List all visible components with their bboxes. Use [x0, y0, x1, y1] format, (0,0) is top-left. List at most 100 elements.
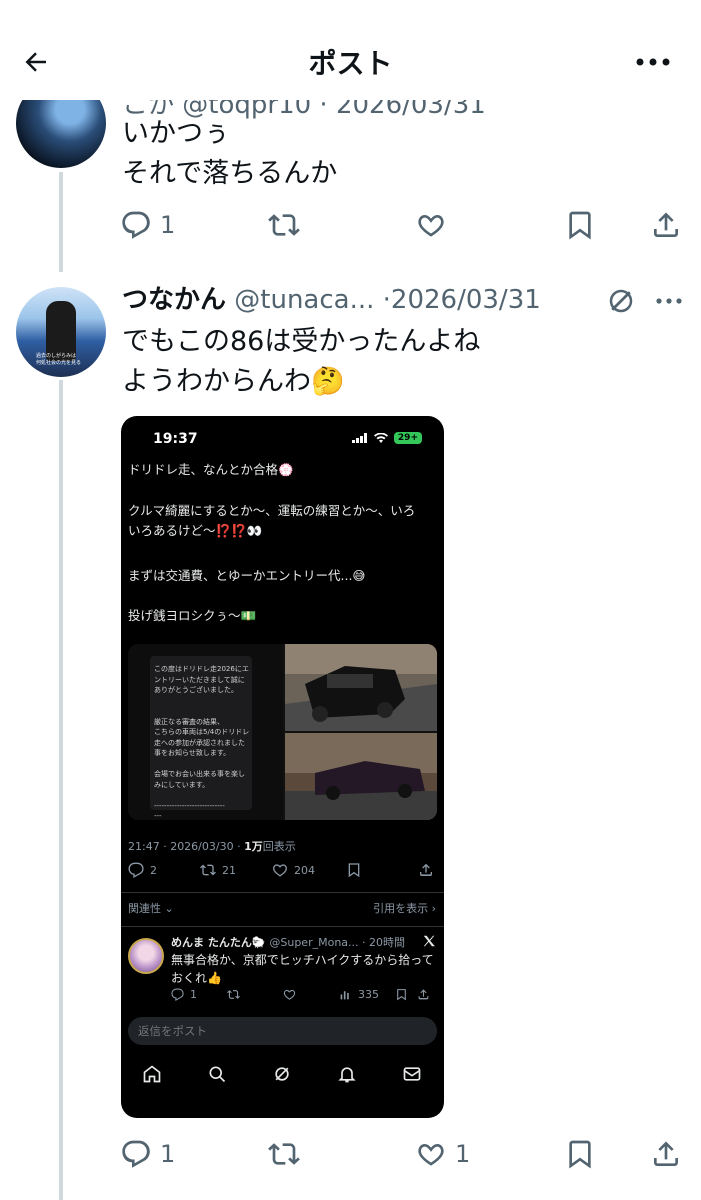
more-icon [636, 58, 670, 66]
share-icon [420, 863, 432, 876]
like-button[interactable] [415, 203, 447, 247]
repost-icon [268, 1143, 300, 1165]
status-icons: 29+ [351, 432, 422, 444]
repost-button[interactable] [268, 203, 300, 247]
like-button[interactable]: 204 [272, 862, 315, 878]
bookmark-button[interactable] [395, 988, 408, 1001]
bookmark-icon [569, 211, 591, 240]
reply-text: 無事合格か、京都でヒッチハイクするから拾って おくれ👍 [171, 953, 434, 985]
bookmark-button[interactable] [564, 1132, 596, 1176]
reply-count: 1 [160, 211, 176, 239]
post-date[interactable]: 2026/03/31 [391, 285, 541, 315]
divider [121, 926, 444, 927]
bookmark-icon [397, 989, 406, 1001]
bookmark-icon [348, 863, 360, 878]
reply-icon [122, 211, 150, 239]
reply-handle[interactable]: @Super_Mona... · 20時間 [269, 936, 405, 949]
analytics-button[interactable]: 335 [339, 988, 379, 1001]
share-icon [418, 989, 429, 1000]
view-count: 1万 [244, 840, 263, 853]
top-bar: ポスト [0, 0, 701, 100]
bookmark-button[interactable] [564, 203, 596, 247]
reply-button[interactable]: 1 [120, 1132, 175, 1176]
like-count: 204 [294, 863, 315, 877]
more-options-button[interactable] [631, 48, 675, 76]
heart-icon [418, 1144, 444, 1166]
view-count: 335 [358, 988, 379, 1001]
tweet-text: いかつぅ それで落ちるんか [122, 118, 338, 189]
show-quotes-link[interactable]: 引用を表示 › [373, 900, 436, 916]
sort-relevance[interactable]: 関連性 ⌄ [128, 900, 174, 916]
share-button[interactable] [650, 1132, 682, 1176]
tab-notifications[interactable] [335, 1062, 359, 1086]
share-icon [654, 1141, 678, 1166]
bookmark-button[interactable] [346, 862, 362, 878]
reply-actions: 1 335 [171, 988, 437, 1010]
mail-icon [403, 1067, 421, 1081]
repost-button[interactable] [268, 1132, 300, 1176]
repost-icon [227, 990, 240, 999]
like-button[interactable]: 1 [415, 1132, 470, 1176]
post-actions: 2 21 204 [128, 862, 437, 884]
thread-line [59, 380, 63, 1200]
tweet-actions: 1 [118, 203, 688, 247]
like-count: 1 [455, 1140, 471, 1168]
tweet-more-button[interactable] [652, 284, 686, 318]
share-button[interactable] [417, 988, 430, 1001]
reply-count: 1 [190, 988, 197, 1001]
home-icon [143, 1065, 161, 1083]
signal-icon [351, 433, 367, 443]
thread-line [59, 172, 63, 272]
car-photo-image [285, 733, 437, 820]
search-icon [209, 1066, 226, 1083]
repost-button[interactable] [227, 988, 240, 1001]
post-text: ドリドレ走、なんとか合格💮 [128, 462, 294, 477]
car-photo-image [285, 644, 437, 731]
grok-button[interactable] [604, 284, 638, 318]
like-button[interactable] [283, 988, 296, 1001]
notice-text: この度はドリドレ走2026にエ ントリーいただきまして誠に ありがとうございまし… [154, 665, 250, 820]
wifi-icon [373, 433, 388, 443]
avatar[interactable]: 過去のしがらみは 何処社会の光を見る [16, 287, 106, 377]
share-button[interactable] [418, 862, 434, 878]
share-button[interactable] [650, 203, 682, 247]
post-text: クルマ綺麗にするとか〜、運転の練習とか〜、いろ いろあるけど〜⁉️⁉️👀 [128, 503, 416, 538]
bell-icon [338, 1067, 356, 1083]
avatar[interactable] [128, 938, 164, 974]
grok-icon [275, 1067, 289, 1081]
share-icon [654, 212, 678, 237]
repost-icon [268, 214, 300, 236]
display-name[interactable]: つなかん [122, 285, 226, 315]
tweet-text: でもこの86は受かったんよね ようわからんわ🤔 [122, 326, 481, 397]
reply-icon [122, 1140, 150, 1168]
battery-level: 29+ [393, 432, 422, 444]
reply-button[interactable]: 2 [128, 862, 157, 878]
reply-input[interactable]: 返信をポスト [128, 1017, 437, 1045]
car-photo[interactable] [285, 644, 437, 731]
more-icon [656, 298, 682, 304]
reply-button[interactable]: 1 [171, 988, 197, 1001]
tab-grok[interactable] [270, 1062, 294, 1086]
media-grid[interactable]: この度はドリドレ走2026にエ ントリーいただきまして誠に ありがとうございまし… [128, 644, 437, 820]
user-handle[interactable]: @tunaca... [234, 285, 374, 315]
reply-author: めんま たんたん🐑 @Super_Mona... · 20時間 [171, 934, 405, 950]
tab-messages[interactable] [400, 1062, 424, 1086]
avatar-caption: 過去のしがらみは 何処社会の光を見る [36, 353, 82, 366]
reply-count: 2 [150, 863, 157, 877]
post-text: 投げ銭ヨロシクぅ〜💵 [128, 608, 257, 623]
reply-button[interactable]: 1 [120, 203, 175, 247]
notice-screenshot[interactable]: この度はドリドレ走2026にエ ントリーいただきまして誠に ありがとうございまし… [128, 644, 283, 820]
tab-search[interactable] [205, 1062, 229, 1086]
timestamp-text: 21:47 · 2026/03/30 · [128, 840, 245, 853]
reply-icon [128, 862, 144, 878]
tab-home[interactable] [140, 1062, 164, 1086]
reply-display-name[interactable]: めんま たんたん🐑 [171, 936, 266, 949]
reply-icon [171, 988, 184, 1001]
heart-icon [418, 215, 444, 237]
analytics-icon [340, 991, 349, 1000]
car-photo[interactable] [285, 733, 437, 820]
attached-image[interactable]: 19:37 29+ ドリドレ走、なんとか合格💮 クルマ綺麗にするとか〜、運転の練… [121, 416, 444, 1118]
tweet-actions: 1 1 [118, 1132, 688, 1176]
heart-icon [283, 989, 296, 1000]
repost-button[interactable]: 21 [200, 862, 236, 878]
